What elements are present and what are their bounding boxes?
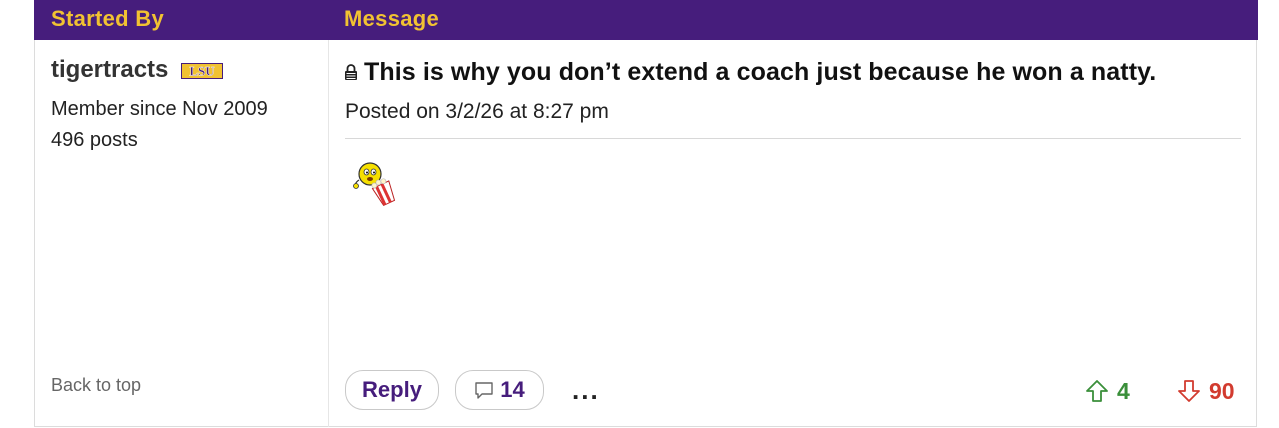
header-started-by: Started By — [51, 6, 165, 31]
popcorn-smiley-icon — [353, 162, 396, 207]
more-options-button[interactable]: ... — [572, 375, 600, 406]
arrow-up-icon — [1086, 380, 1108, 402]
lock-icon — [345, 64, 357, 80]
comment-icon — [475, 382, 493, 399]
author-name-link[interactable]: tigertracts — [51, 56, 168, 84]
downvote-count: 90 — [1209, 377, 1235, 404]
header-message: Message — [344, 6, 440, 31]
member-since: Member since Nov 2009 — [51, 98, 268, 120]
table-header — [34, 0, 1258, 40]
replies-count: 14 — [500, 377, 525, 402]
post-title: This is why you don’t extend a coach jus… — [364, 57, 1157, 86]
arrow-down-icon — [1178, 380, 1200, 402]
upvote-count: 4 — [1117, 377, 1130, 404]
lsu-team-badge-icon: LSU — [181, 63, 223, 79]
reply-button-label: Reply — [362, 377, 422, 402]
column-divider — [328, 40, 329, 427]
reply-button[interactable]: Reply — [345, 370, 439, 410]
back-to-top-link[interactable]: Back to top — [51, 375, 141, 396]
post-title-row: This is why you don’t extend a coach jus… — [344, 56, 1156, 88]
post-count: 496 posts — [51, 129, 138, 151]
divider — [345, 138, 1241, 139]
replies-count-button[interactable]: 14 — [455, 370, 544, 410]
lsu-badge-text: LSU — [189, 64, 215, 79]
upvote-button[interactable]: 4 — [1085, 374, 1130, 408]
posted-timestamp: Posted on 3/2/26 at 8:27 pm — [345, 100, 609, 123]
downvote-button[interactable]: 90 — [1177, 374, 1235, 408]
